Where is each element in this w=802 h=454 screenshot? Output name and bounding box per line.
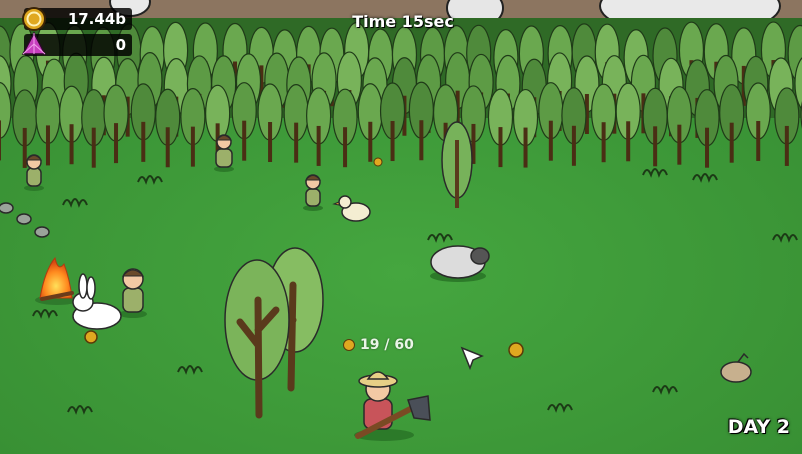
coin-pickup[interactable] [373, 157, 383, 167]
game-world[interactable] [0, 0, 802, 454]
coin-pickup[interactable] [508, 342, 524, 358]
carry-progress-label: 19 / 60 [360, 337, 414, 353]
carry-progress: 19 / 60 [343, 337, 414, 353]
round-timer: Time 15sec [352, 12, 454, 31]
coin-amount: 17.44b [67, 10, 126, 28]
coin-icon [22, 7, 46, 31]
gem-icon [21, 31, 47, 55]
day-indicator: DAY 2 [727, 416, 790, 438]
sheep[interactable] [430, 245, 490, 282]
coin-icon [343, 339, 355, 351]
gem-amount: 0 [115, 36, 126, 54]
coin-pickup[interactable] [84, 330, 98, 344]
